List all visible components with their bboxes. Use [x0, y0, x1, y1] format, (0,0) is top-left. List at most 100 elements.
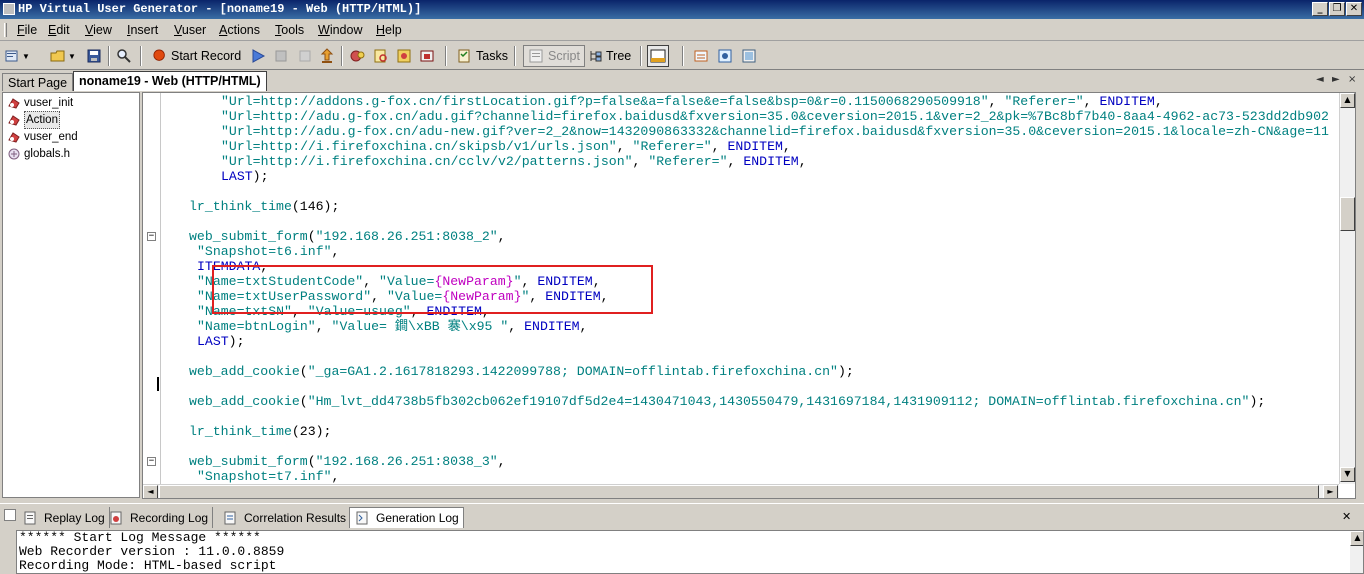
output-tab-row: Replay Log Recording Log Correlation Res… — [0, 503, 1364, 529]
snapshot-button[interactable] — [419, 46, 435, 66]
editor-horizontal-scrollbar[interactable]: ◄ ► — [143, 484, 1339, 498]
pause-button[interactable] — [297, 46, 313, 66]
tab-start-page[interactable]: Start Page — [2, 73, 74, 91]
code-line[interactable]: web_add_cookie("_ga=GA1.2.1617818293.142… — [189, 364, 854, 379]
panel-pin-icon[interactable] — [4, 509, 16, 521]
code-line[interactable]: "Url=http://addons.g-fox.cn/firstLocatio… — [221, 94, 1163, 109]
code-line[interactable]: lr_think_time(146); — [189, 199, 339, 214]
code-line[interactable]: "Url=http://i.firefoxchina.cn/cclv/v2/pa… — [221, 154, 807, 169]
tab-scroll-right-icon[interactable]: ► — [1332, 74, 1340, 85]
tree-item-action[interactable]: Action — [7, 111, 60, 129]
compile-button[interactable] — [319, 46, 335, 66]
tab-recording-log[interactable]: Recording Log — [104, 507, 214, 528]
script-view-icon — [529, 49, 543, 63]
dropdown-arrow-icon[interactable]: ▼ — [68, 52, 76, 61]
menu-tools[interactable]: Tools — [275, 23, 304, 37]
code-token: ( — [299, 364, 308, 379]
code-line[interactable]: "Snapshot=t6.inf", — [197, 244, 339, 259]
tab-replay-log[interactable]: Replay Log — [18, 507, 110, 528]
find-button[interactable] — [116, 46, 132, 66]
page-view-button[interactable] — [717, 46, 733, 66]
scroll-up-icon[interactable]: ▲ — [1340, 93, 1355, 108]
menu-edit[interactable]: Edit — [48, 23, 70, 37]
generation-log-panel[interactable]: ****** Start Log Message ****** Web Reco… — [16, 530, 1364, 574]
code-line[interactable]: "Snapshot=t7.inf", — [197, 469, 339, 484]
stop-button[interactable] — [273, 46, 289, 66]
code-line[interactable]: lr_think_time(23); — [189, 424, 331, 439]
output-close-icon[interactable]: ✕ — [1342, 510, 1351, 523]
fold-toggle-icon[interactable]: − — [147, 457, 156, 466]
hscroll-thumb[interactable] — [159, 485, 1319, 498]
output-window-toggle[interactable] — [647, 45, 669, 67]
tab-noname19[interactable]: noname19 - Web (HTTP/HTML) — [73, 71, 267, 91]
correlation-button[interactable] — [350, 46, 366, 66]
log-line: Web Recorder version : 11.0.0.8859 — [19, 544, 285, 559]
tree-view-button[interactable]: Tree — [588, 46, 631, 66]
code-line[interactable]: "Url=http://adu.g-fox.cn/adu-new.gif?ver… — [221, 124, 1329, 139]
tab-scroll-left-icon[interactable]: ◄ — [1316, 74, 1324, 85]
scroll-up-icon[interactable]: ▲ — [1350, 531, 1363, 546]
script-editor[interactable]: − − "Url=http://addons.g-fox.cn/firstLoc… — [142, 92, 1356, 499]
code-token: , — [508, 319, 525, 334]
dropdown-arrow-icon[interactable]: ▼ — [22, 52, 30, 61]
fold-toggle-icon[interactable]: − — [147, 232, 156, 241]
http-button[interactable] — [693, 46, 709, 66]
new-script-button[interactable]: ▼ — [4, 46, 30, 66]
code-token: , — [1083, 94, 1100, 109]
tree-item-vuser-init[interactable]: vuser_init — [7, 95, 73, 111]
open-folder-icon — [50, 50, 65, 62]
scroll-right-icon[interactable]: ► — [1323, 485, 1338, 498]
restore-button[interactable]: ❐ — [1329, 2, 1345, 16]
action-icon — [8, 115, 20, 126]
code-token: "Hm_lvt_dd4738b5fb302cb062ef19107df5d2e4… — [307, 394, 1250, 409]
code-line[interactable]: web_submit_form("192.168.26.251:8038_2", — [189, 229, 506, 244]
code-line[interactable]: web_submit_form("192.168.26.251:8038_3", — [189, 454, 506, 469]
code-token: "Url=http://i.firefoxchina.cn/skipsb/v1/… — [221, 139, 617, 154]
menu-view[interactable]: View — [85, 23, 112, 37]
tab-close-icon[interactable]: × — [1348, 74, 1356, 85]
script-view-button[interactable]: Script — [523, 45, 585, 67]
code-line[interactable]: "Url=http://adu.g-fox.cn/adu.gif?channel… — [221, 109, 1329, 124]
minimize-button[interactable]: _ — [1312, 2, 1328, 16]
tree-item-globals-h[interactable]: globals.h — [7, 146, 70, 162]
code-token: , — [782, 139, 791, 154]
code-token: web_submit_form — [189, 454, 308, 469]
scroll-down-icon[interactable]: ▼ — [1340, 467, 1355, 482]
open-button[interactable]: ▼ — [50, 46, 76, 66]
code-line[interactable]: web_add_cookie("Hm_lvt_dd4738b5fb302cb06… — [189, 394, 1265, 409]
tasks-label: Tasks — [476, 49, 508, 63]
play-icon — [252, 49, 266, 63]
tasks-button[interactable]: Tasks — [456, 46, 508, 66]
log-vertical-scrollbar[interactable]: ▲ — [1350, 531, 1363, 573]
code-line[interactable]: "Url=http://i.firefoxchina.cn/skipsb/v1/… — [221, 139, 791, 154]
code-token: , — [632, 154, 649, 169]
close-button[interactable]: ✕ — [1346, 2, 1362, 16]
code-token: (146); — [291, 199, 340, 214]
menu-help[interactable]: Help — [376, 23, 402, 37]
code-token: LAST — [197, 334, 229, 349]
snapshot-view-button[interactable] — [741, 46, 757, 66]
code-line[interactable]: LAST); — [197, 334, 244, 349]
run-button[interactable] — [250, 46, 266, 66]
tree-item-vuser-end[interactable]: vuser_end — [7, 129, 78, 145]
tab-generation-log[interactable]: Generation Log — [349, 507, 464, 528]
scroll-thumb[interactable] — [1340, 197, 1355, 231]
menu-insert[interactable]: Insert — [127, 23, 158, 37]
toolbar-separator — [140, 46, 142, 66]
regenerate-button[interactable] — [396, 46, 412, 66]
tab-correlation-results[interactable]: Correlation Results — [218, 507, 352, 528]
menu-actions[interactable]: Actions — [219, 23, 260, 37]
code-line[interactable]: LAST); — [221, 169, 268, 184]
menu-file[interactable]: File — [17, 23, 37, 37]
menu-vuser[interactable]: Vuser — [174, 23, 206, 37]
code-line[interactable]: "Name=btnLogin", "Value= 鐧\xBB 褰\x95 ", … — [197, 319, 587, 334]
scan-button[interactable] — [373, 46, 389, 66]
regenerate-icon — [397, 49, 411, 63]
editor-vertical-scrollbar[interactable]: ▲ ▼ — [1339, 93, 1355, 484]
start-record-button[interactable]: Start Record — [153, 46, 241, 66]
save-button[interactable] — [86, 46, 102, 66]
menu-window[interactable]: Window — [318, 23, 362, 37]
action-icon — [8, 98, 20, 109]
replay-log-label: Replay Log — [44, 510, 105, 525]
scroll-left-icon[interactable]: ◄ — [143, 485, 158, 498]
